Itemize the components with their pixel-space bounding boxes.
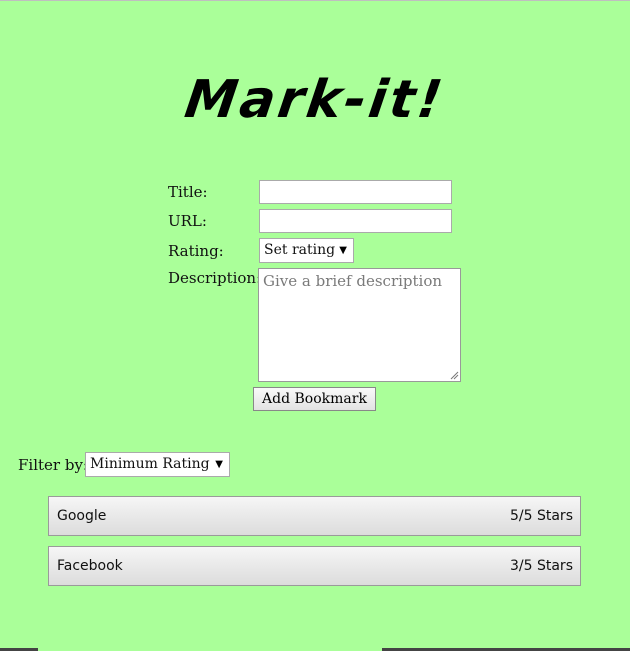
resize-grip-icon[interactable] bbox=[449, 370, 459, 380]
rating-label: Rating: bbox=[168, 242, 224, 260]
chevron-down-icon: ▼ bbox=[339, 245, 347, 256]
description-textarea[interactable] bbox=[258, 268, 461, 382]
app-logo: Mark-it! bbox=[181, 70, 449, 130]
filter-label: Filter by: bbox=[18, 456, 88, 474]
add-bookmark-button[interactable]: Add Bookmark bbox=[253, 387, 376, 411]
filter-select-value: Minimum Rating bbox=[90, 456, 210, 472]
bookmark-title: Google bbox=[57, 508, 107, 524]
bookmark-rating: 3/5 Stars bbox=[510, 558, 573, 574]
url-label: URL: bbox=[168, 212, 207, 230]
chevron-down-icon: ▼ bbox=[215, 459, 223, 470]
rating-select[interactable]: Set rating ▼ bbox=[259, 238, 354, 263]
rating-select-value: Set rating bbox=[264, 242, 336, 258]
bookmark-item[interactable]: Facebook 3/5 Stars bbox=[48, 546, 581, 586]
description-label: Description: bbox=[168, 269, 262, 287]
bookmark-item[interactable]: Google 5/5 Stars bbox=[48, 496, 581, 536]
filter-select[interactable]: Minimum Rating ▼ bbox=[85, 452, 230, 477]
url-input[interactable] bbox=[259, 209, 452, 233]
window-top-edge bbox=[0, 0, 630, 1]
title-input[interactable] bbox=[259, 180, 452, 204]
bookmark-rating: 5/5 Stars bbox=[510, 508, 573, 524]
bookmark-title: Facebook bbox=[57, 558, 123, 574]
title-label: Title: bbox=[168, 183, 208, 201]
